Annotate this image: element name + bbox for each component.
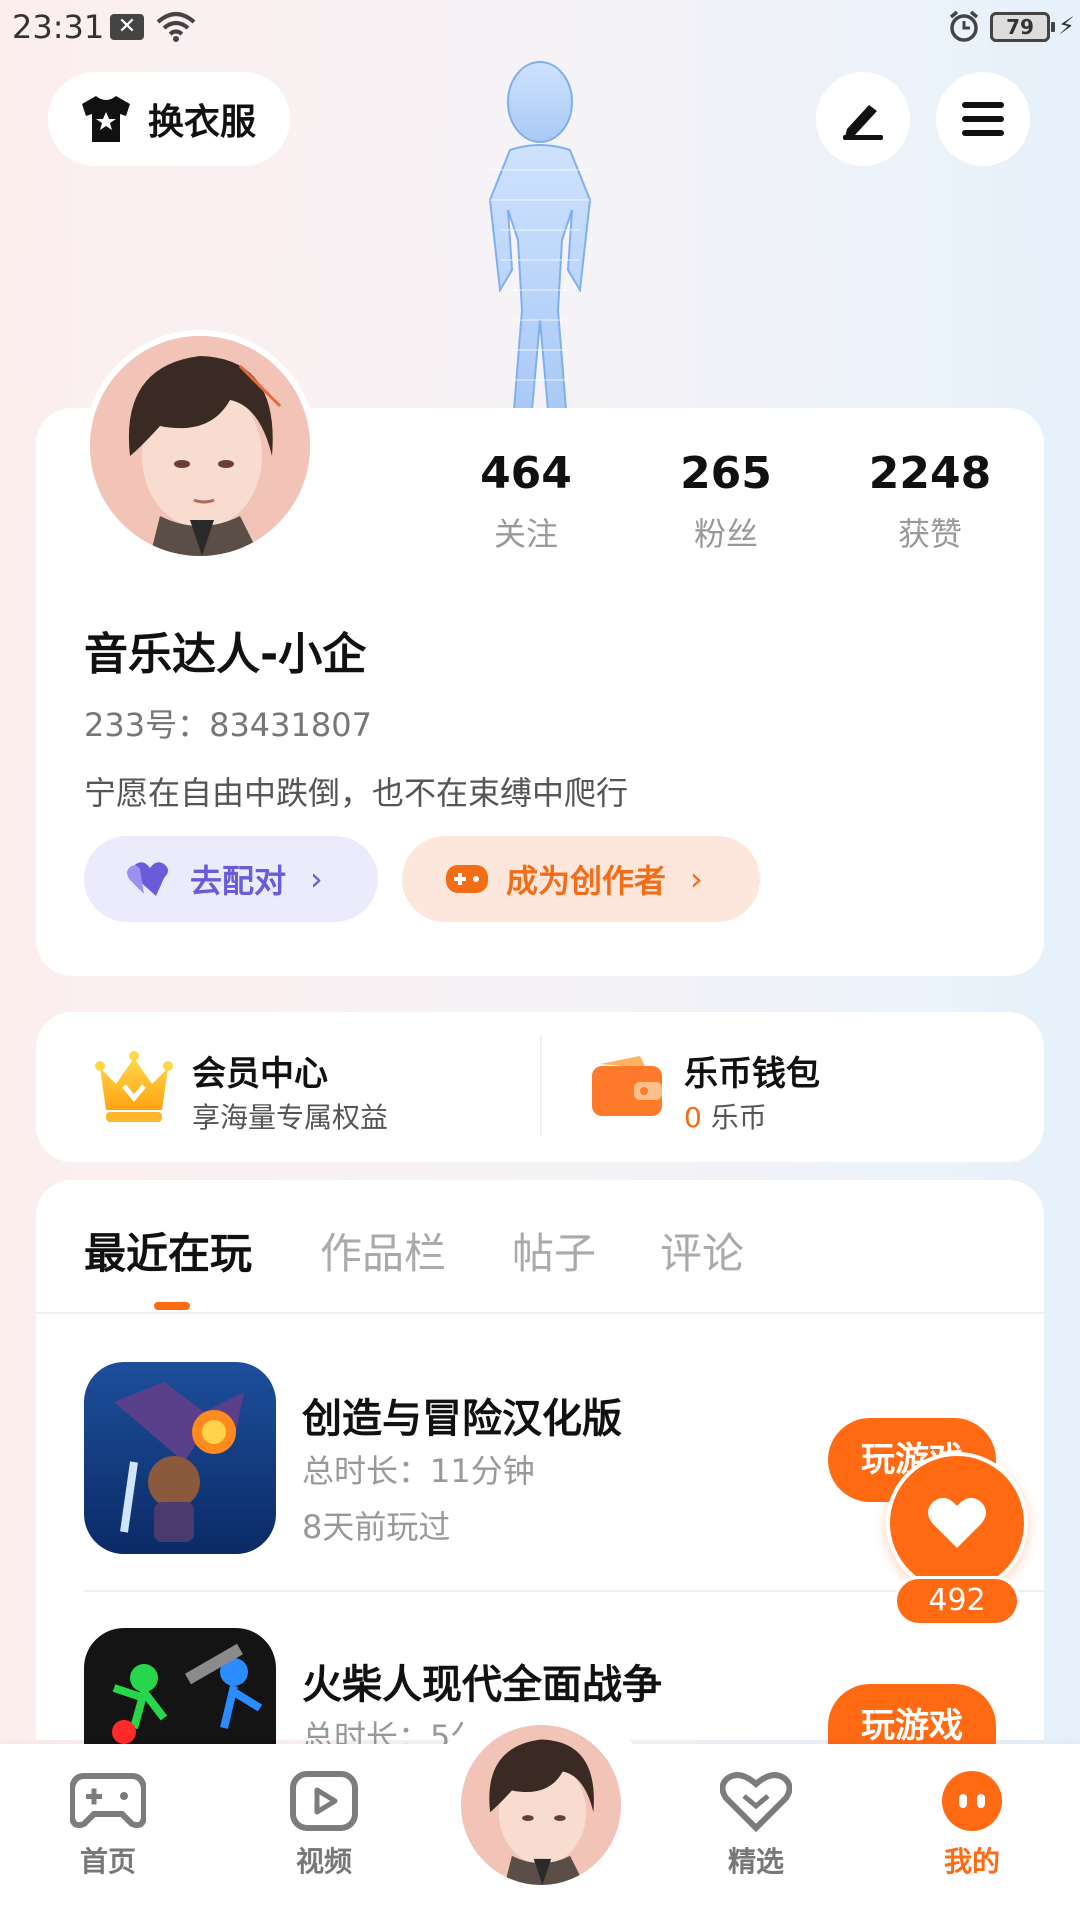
gamepad-icon xyxy=(69,1773,147,1829)
dragon-game-art xyxy=(84,1362,276,1554)
wifi-icon xyxy=(156,12,196,42)
game-icon-creation-adventure[interactable] xyxy=(84,1362,276,1554)
followers-label: 粉丝 xyxy=(693,515,758,553)
like-button[interactable] xyxy=(886,1452,1028,1594)
nav-video-label: 视频 xyxy=(295,1845,352,1878)
wallet-balance: 0 乐币 xyxy=(684,1096,767,1136)
gamepad-plus-icon xyxy=(446,865,488,893)
alarm-icon xyxy=(949,10,979,42)
wallet-icon xyxy=(592,1056,662,1116)
nav-home-label: 首页 xyxy=(79,1845,136,1878)
avatar-illustration xyxy=(461,1725,621,1885)
game-title[interactable]: 创造与冒险汉化版 xyxy=(302,1386,622,1444)
avatar[interactable] xyxy=(84,330,316,562)
nav-home[interactable]: 首页 xyxy=(38,1770,178,1880)
like-count: 492 xyxy=(894,1576,1020,1626)
change-outfit-button[interactable]: 换衣服 xyxy=(48,72,290,166)
member-center-subtitle: 享海量专属权益 xyxy=(192,1101,389,1134)
nav-mine-label: 我的 xyxy=(943,1845,1000,1878)
followers-count: 265 xyxy=(680,448,772,499)
nav-mine[interactable]: 我的 xyxy=(902,1770,1042,1880)
video-icon xyxy=(290,1771,358,1831)
heart-icon xyxy=(928,1497,986,1548)
tab-divider xyxy=(36,1312,1044,1314)
heart-badge-icon xyxy=(719,1772,793,1833)
member-center-title: 会员中心 xyxy=(192,1054,328,1094)
charging-icon: ⚡ xyxy=(1058,12,1075,40)
following-count: 464 xyxy=(480,448,572,499)
nav-avatar[interactable] xyxy=(456,1720,626,1890)
crown-icon xyxy=(95,1051,173,1122)
become-creator-label: 成为创作者 xyxy=(506,862,667,900)
pair-label: 去配对 xyxy=(190,862,287,900)
avatar-illustration xyxy=(90,336,310,556)
play-game-button[interactable]: 玩游戏 xyxy=(828,1684,996,1744)
menu-icon xyxy=(962,102,1004,136)
followers-stat[interactable]: 265 粉丝 xyxy=(626,448,826,555)
nav-featured-label: 精选 xyxy=(727,1845,784,1878)
following-label: 关注 xyxy=(493,515,558,553)
game-last-played: 8天前玩过 xyxy=(302,1508,451,1546)
menu-button[interactable] xyxy=(936,72,1030,166)
battery-icon: 79 xyxy=(990,12,1055,42)
bio: 宁愿在自由中跌倒，也不在束缚中爬行 xyxy=(84,774,629,812)
game-duration: 总时长：11分钟 xyxy=(302,1452,535,1490)
likes-label: 获赞 xyxy=(897,515,962,553)
game-icon-stickman-war[interactable] xyxy=(84,1628,276,1744)
tab-comments[interactable]: 评论 xyxy=(660,1220,744,1281)
chevron-right-icon: › xyxy=(690,860,703,898)
x-icon: ✕ xyxy=(110,14,144,40)
game-title[interactable]: 火柴人现代全面战争 xyxy=(302,1652,662,1710)
edit-profile-button[interactable] xyxy=(816,72,910,166)
wallet-title: 乐币钱包 xyxy=(684,1054,820,1094)
wallet-unit: 乐币 xyxy=(710,1101,767,1134)
nav-video[interactable]: 视频 xyxy=(254,1770,394,1880)
become-creator-button[interactable]: 成为创作者 › xyxy=(402,836,760,922)
tshirt-icon xyxy=(82,96,130,142)
user-id[interactable]: 233号：83431807 xyxy=(84,700,372,746)
status-time: 23:31 xyxy=(12,8,105,46)
likes-stat[interactable]: 2248 获赞 xyxy=(830,448,1030,555)
likes-count: 2248 xyxy=(868,448,992,499)
pen-icon xyxy=(843,105,883,140)
tab-posts[interactable]: 帖子 xyxy=(512,1220,596,1281)
status-bar: 23:31 ✕ 79 ⚡ xyxy=(0,0,1080,56)
tab-indicator xyxy=(154,1302,190,1310)
following-stat[interactable]: 464 关注 xyxy=(426,448,626,555)
change-outfit-label: 换衣服 xyxy=(148,102,257,143)
stickman-game-art xyxy=(84,1628,276,1744)
tab-works[interactable]: 作品栏 xyxy=(320,1220,446,1281)
tab-recently-played[interactable]: 最近在玩 xyxy=(84,1220,252,1281)
nav-featured[interactable]: 精选 xyxy=(686,1770,826,1880)
wallet-amount: 0 xyxy=(684,1101,702,1134)
pair-button[interactable]: 去配对 › xyxy=(84,836,378,922)
hearts-icon xyxy=(127,862,168,896)
chevron-right-icon: › xyxy=(310,860,323,898)
divider xyxy=(540,1036,542,1136)
profile-face-icon xyxy=(942,1771,1002,1831)
nickname: 音乐达人-小企 xyxy=(84,629,367,680)
avatar-hologram[interactable] xyxy=(440,50,640,410)
